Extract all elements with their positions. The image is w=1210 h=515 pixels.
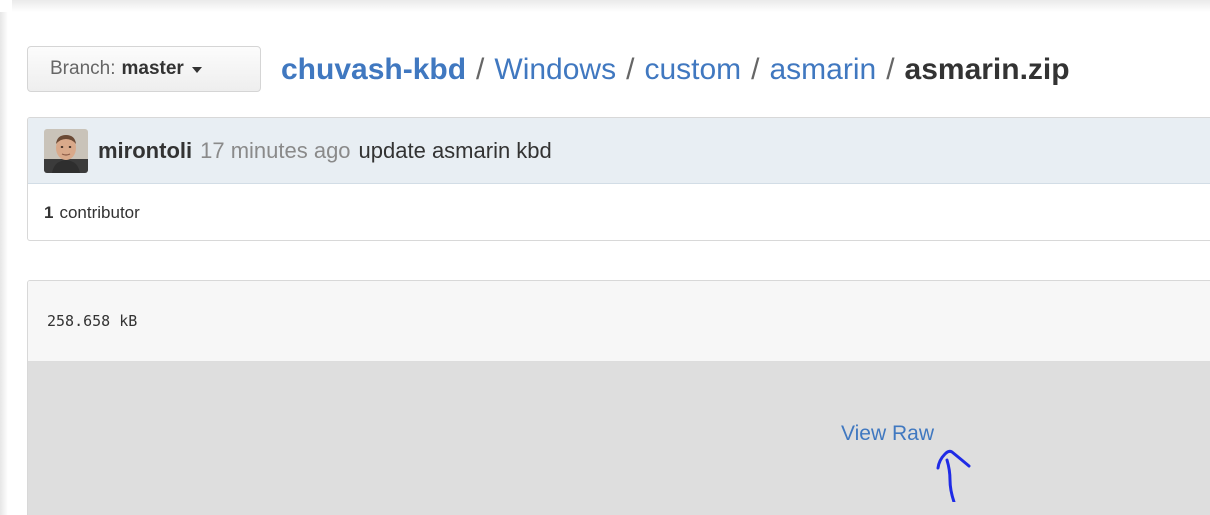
breadcrumb-separator: /	[626, 53, 635, 86]
breadcrumb-current-file: asmarin.zip	[904, 53, 1070, 86]
breadcrumb-link-windows[interactable]: Windows	[494, 53, 616, 87]
commit-time: 17 minutes ago	[200, 137, 351, 163]
view-raw-link[interactable]: View Raw	[841, 422, 934, 446]
breadcrumb: chuvash-kbd / Windows / custom / asmarin…	[281, 50, 1070, 90]
frame-shadow-left	[0, 12, 8, 515]
breadcrumb-separator: /	[476, 53, 485, 86]
contributors-row: 1 contributor	[28, 184, 1210, 240]
commit-author-link[interactable]: mirontoli	[98, 138, 192, 164]
hand-drawn-arrow-icon	[936, 449, 971, 502]
file-box: 258.658 kB View Raw	[27, 280, 1210, 515]
file-body: View Raw	[28, 362, 1210, 515]
breadcrumb-separator: /	[751, 53, 760, 86]
avatar[interactable]	[44, 128, 88, 173]
commit-tease: mirontoli 17 minutes ago update asmarin …	[28, 118, 1210, 184]
breadcrumb-link-asmarin[interactable]: asmarin	[769, 53, 876, 87]
breadcrumb-separator: /	[886, 53, 895, 86]
branch-selector-button[interactable]: Branch: master	[27, 46, 261, 92]
file-header: 258.658 kB	[28, 281, 1210, 362]
breadcrumb-link-custom[interactable]: custom	[644, 53, 741, 87]
commit-message-link[interactable]: update asmarin kbd	[359, 138, 552, 164]
commit-info-box: mirontoli 17 minutes ago update asmarin …	[27, 117, 1210, 241]
user-avatar-icon	[44, 128, 88, 173]
contributor-count: 1	[44, 203, 54, 222]
breadcrumb-repo-link[interactable]: chuvash-kbd	[281, 53, 466, 87]
page: Branch: master chuvash-kbd / Windows / c…	[0, 0, 1210, 515]
branch-prefix-label: Branch:	[50, 58, 116, 79]
branch-name: master	[121, 58, 184, 79]
frame-shadow-top	[12, 0, 1210, 12]
file-size: 258.658 kB	[47, 312, 138, 330]
caret-down-icon	[191, 67, 202, 73]
contributors-link[interactable]: contributor	[59, 203, 139, 223]
